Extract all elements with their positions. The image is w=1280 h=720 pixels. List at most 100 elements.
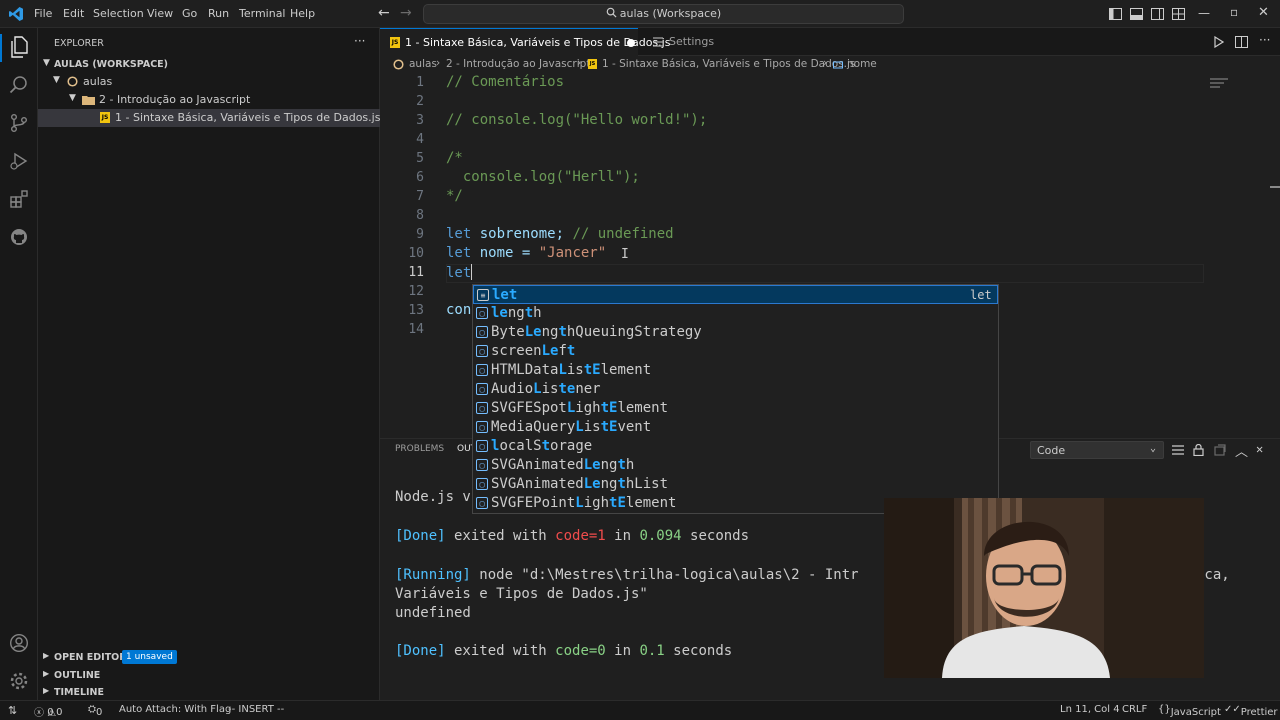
line-ending-status[interactable]: CRLF <box>1122 704 1147 715</box>
suggestion-item[interactable]: ▢ localStorage <box>473 437 998 456</box>
github-icon[interactable] <box>8 226 30 248</box>
close-panel-icon[interactable]: ✕ <box>1256 442 1263 456</box>
line-number: 10 <box>408 246 424 261</box>
tree-item-file-selected[interactable]: JS 1 - Sintaxe Básica, Variáveis e Tipos… <box>38 109 380 127</box>
manage-gear-icon[interactable] <box>8 670 30 692</box>
forward-arrow-icon[interactable]: → <box>400 5 412 21</box>
suggestion-item-selected[interactable]: ≡ let let <box>473 285 998 304</box>
list-filter-icon[interactable] <box>1172 445 1184 455</box>
keyword-token: let <box>446 245 472 261</box>
editor-tabs: JS 1 - Sintaxe Básica, Variáveis e Tipos… <box>380 28 1280 56</box>
scrollbar-thumb[interactable] <box>1270 186 1280 188</box>
variable-icon: ▢ <box>476 326 488 338</box>
suggestion-item[interactable]: ▢ SVGFESpotLightElement <box>473 399 998 418</box>
toggle-primary-sidebar-icon[interactable] <box>1109 8 1122 20</box>
output-channel-select[interactable]: Code ⌄ <box>1030 441 1164 459</box>
language-mode-status[interactable]: {} JavaScript <box>1158 704 1221 718</box>
variable-symbol-icon <box>833 61 843 69</box>
tree-item-folder[interactable]: ▼ 2 - Introdução ao Javascript <box>38 91 380 109</box>
maximize-panel-icon[interactable]: ︿ <box>1235 441 1248 460</box>
suggestion-item[interactable]: ▢ HTMLDataListElement <box>473 361 998 380</box>
remote-indicator-icon[interactable]: ⇅ <box>8 704 17 717</box>
run-file-icon[interactable] <box>1214 36 1224 48</box>
snippet-icon: ≡ <box>477 289 489 301</box>
minimap[interactable] <box>1210 78 1228 90</box>
suggestion-item[interactable]: ▢ MediaQueryListEvent <box>473 418 998 437</box>
menu-run[interactable]: Run <box>208 7 229 20</box>
sidebar-explorer: EXPLORER ··· ▼ AULAS (WORKSPACE) ▼ aulas… <box>38 28 380 700</box>
menu-terminal[interactable]: Terminal <box>239 7 286 20</box>
command-center-search[interactable]: aulas (Workspace) <box>423 4 904 24</box>
suggestion-item[interactable]: ▢ ByteLengthQueuingStrategy <box>473 323 998 342</box>
suggestion-item[interactable]: ▢ screenLeft <box>473 342 998 361</box>
tab-label: Settings <box>669 35 715 48</box>
line-number: 9 <box>416 227 424 242</box>
ports-count: 0 <box>96 707 103 718</box>
variable-icon: ▢ <box>476 421 488 433</box>
active-indicator <box>0 34 2 62</box>
outline-title: OUTLINE <box>54 670 101 681</box>
chevron-right-icon: › <box>577 57 582 69</box>
menu-selection[interactable]: Selection <box>93 7 144 20</box>
identifier-token: nome = <box>471 245 539 261</box>
text-cursor <box>471 264 473 280</box>
presenter-image <box>884 498 1204 678</box>
suggestion-item[interactable]: ▢ SVGAnimatedLengthList <box>473 475 998 494</box>
search-view-icon[interactable] <box>8 74 30 96</box>
suggestion-item[interactable]: ▢ AudioListener <box>473 380 998 399</box>
outline-section[interactable]: ▶ OUTLINE <box>38 666 380 684</box>
maximize-icon[interactable]: ▫ <box>1230 5 1238 19</box>
breadcrumb-item[interactable]: aulas <box>409 58 437 70</box>
more-actions-icon[interactable]: ··· <box>1259 33 1270 47</box>
toggle-panel-icon[interactable] <box>1130 8 1143 20</box>
code-line: con <box>446 302 472 318</box>
webcam-overlay <box>884 498 1204 678</box>
breadcrumb-item[interactable]: 2 - Introdução ao Javascript <box>446 58 590 70</box>
minimize-icon[interactable]: — <box>1198 6 1210 20</box>
source-control-icon[interactable] <box>8 112 30 134</box>
lock-icon[interactable] <box>1193 444 1204 456</box>
formatter-status[interactable]: ✓✓ Prettier <box>1224 704 1278 718</box>
customize-layout-icon[interactable] <box>1172 8 1185 20</box>
suggestion-item[interactable]: ▢ SVGAnimatedLength <box>473 456 998 475</box>
breadcrumb-item[interactable]: 1 - Sintaxe Básica, Variáveis e Tipos de… <box>602 58 855 70</box>
variable-icon: ▢ <box>476 497 488 509</box>
ports-status[interactable]: ⛭ 0 <box>88 704 102 718</box>
tree-item-aulas[interactable]: ▼ aulas <box>38 73 380 91</box>
close-window-icon[interactable]: ✕ <box>1258 5 1269 20</box>
timeline-section[interactable]: ▶ TIMELINE <box>38 683 380 701</box>
cursor-position-status[interactable]: Ln 11, Col 4 <box>1060 704 1120 715</box>
workspace-section-header[interactable]: ▼ AULAS (WORKSPACE) <box>38 56 380 74</box>
split-editor-icon[interactable] <box>1235 36 1248 48</box>
run-debug-icon[interactable] <box>8 150 30 172</box>
open-editors-section[interactable]: ▶ OPEN EDITORS 1 unsaved <box>38 648 380 666</box>
clear-output-icon[interactable] <box>1214 444 1226 456</box>
comment-token: // undefined <box>572 226 674 242</box>
explorer-icon[interactable] <box>8 36 30 58</box>
breadcrumb-item[interactable]: nome <box>847 58 877 70</box>
tab-active-file[interactable]: JS 1 - Sintaxe Básica, Variáveis e Tipos… <box>380 28 670 56</box>
tab-settings[interactable]: Settings <box>638 28 746 56</box>
search-icon <box>606 7 617 18</box>
more-actions-icon[interactable]: ··· <box>354 34 365 48</box>
accounts-icon[interactable] <box>8 632 30 654</box>
menu-edit[interactable]: Edit <box>63 7 84 20</box>
back-arrow-icon[interactable]: ← <box>378 5 390 21</box>
chevron-down-icon: ⌄ <box>1150 443 1157 454</box>
menu-help[interactable]: Help <box>290 7 315 20</box>
auto-attach-status[interactable]: Auto Attach: With Flag <box>119 704 231 715</box>
problems-status[interactable]: ⓧ 0 ⚠ 0 <box>34 704 63 719</box>
variable-icon: ▢ <box>476 440 488 452</box>
settings-file-icon <box>653 37 663 47</box>
menu-file[interactable]: File <box>34 7 52 20</box>
code-line: // Comentários <box>446 74 565 90</box>
javascript-file-icon: JS <box>100 112 110 123</box>
unsaved-badge: 1 unsaved <box>122 650 177 664</box>
menu-view[interactable]: View <box>147 7 173 20</box>
panel-tab-problems[interactable]: PROBLEMS <box>395 444 444 454</box>
unsaved-dot-icon[interactable] <box>627 39 635 47</box>
toggle-secondary-sidebar-icon[interactable] <box>1151 8 1164 20</box>
extensions-icon[interactable] <box>8 188 30 210</box>
suggestion-item[interactable]: ▢ length <box>473 304 998 323</box>
menu-go[interactable]: Go <box>182 7 197 20</box>
